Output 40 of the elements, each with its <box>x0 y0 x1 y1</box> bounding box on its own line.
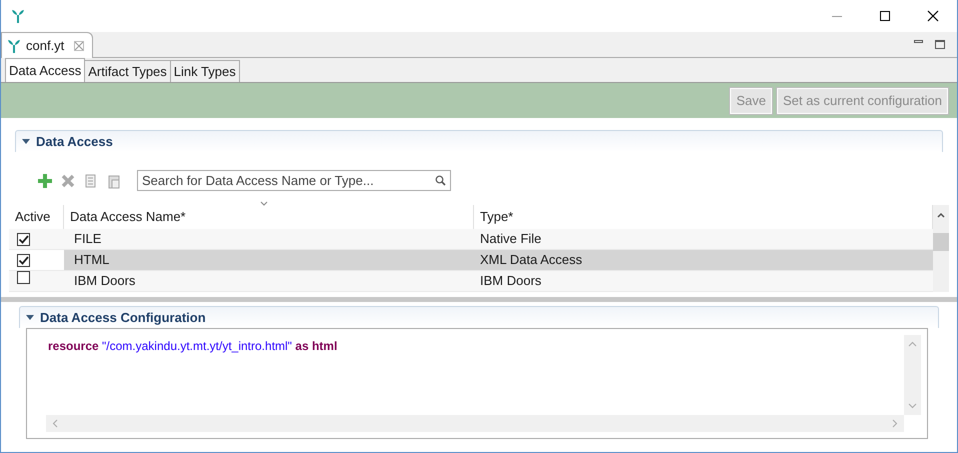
scroll-thumb[interactable] <box>933 233 949 251</box>
search-icon <box>435 175 446 186</box>
table-cell-text: Native File <box>479 230 542 248</box>
tab[interactable]: Data Access <box>5 58 86 82</box>
scroll-up-icon[interactable] <box>936 211 946 219</box>
close-icon <box>927 10 939 22</box>
code-editor[interactable]: resource "/com.yakindu.yt.mt.yt/yt_intro.html" as html <box>26 328 928 439</box>
table-row[interactable]: FILE Native File <box>9 229 933 250</box>
checkbox[interactable] <box>17 254 30 266</box>
table-cell-text: XML Data Access <box>479 251 584 270</box>
scroll-down-icon[interactable] <box>908 403 917 409</box>
section-title: Data Access <box>36 132 113 151</box>
vertical-scrollbar[interactable] <box>904 335 921 415</box>
collapse-icon[interactable] <box>22 139 30 144</box>
close-tab-icon[interactable] <box>74 40 84 50</box>
code-line: resource "/com.yakindu.yt.mt.yt/yt_intro.html" as html <box>48 338 338 355</box>
add-icon[interactable] <box>37 172 53 188</box>
tab[interactable]: Artifact Types <box>85 60 171 82</box>
checkbox[interactable] <box>17 271 30 284</box>
table-cell-text: HTML <box>73 251 110 270</box>
tab[interactable]: Link Types <box>170 60 240 82</box>
app-logo-icon <box>10 8 26 24</box>
horizontal-scrollbar[interactable] <box>46 415 904 432</box>
section-title: Data Access Configuration <box>40 308 206 327</box>
minimize-view-icon[interactable] <box>914 40 923 43</box>
scrollbar[interactable] <box>933 205 949 292</box>
table-cell-text: IBM Doors <box>73 272 136 290</box>
table-row[interactable]: HTML XML Data Access <box>9 250 933 271</box>
collapse-icon[interactable] <box>26 315 34 320</box>
checkbox[interactable] <box>17 232 30 246</box>
scroll-left-icon[interactable] <box>52 419 58 428</box>
table-row[interactable]: IBM Doors IBM Doors <box>9 271 933 292</box>
file-logo-icon <box>6 38 22 54</box>
table-cell-text: IBM Doors <box>479 272 542 290</box>
table-cell-text: FILE <box>73 230 102 248</box>
editor-tab[interactable]: conf.yt <box>1 32 94 58</box>
search-field[interactable]: Search for Data Access Name or Type... <box>137 170 451 191</box>
maximize-view-icon[interactable] <box>935 40 945 49</box>
scroll-right-icon[interactable] <box>892 419 898 428</box>
sort-icon <box>260 201 268 206</box>
